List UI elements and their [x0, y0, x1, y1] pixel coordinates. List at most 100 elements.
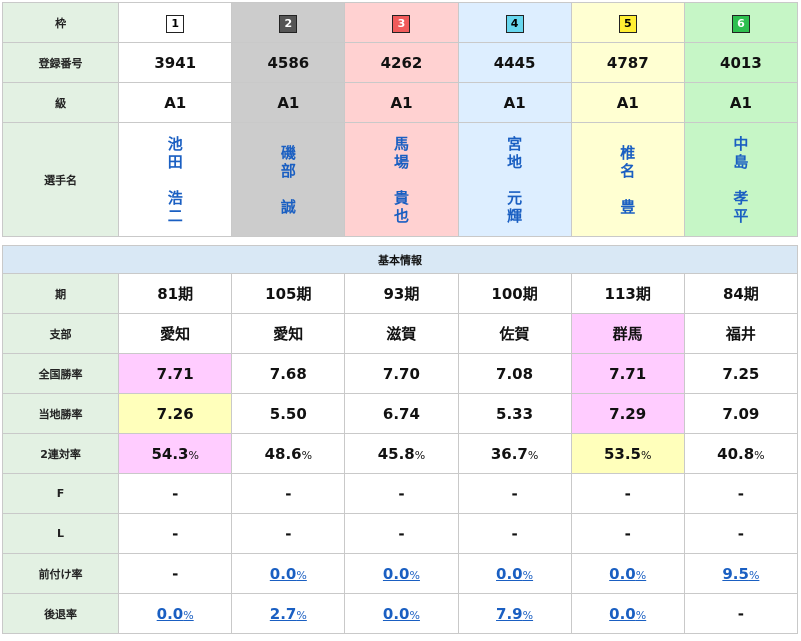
info-cell: -: [118, 473, 233, 514]
section-header: 基本情報: [2, 245, 798, 274]
rate-link[interactable]: 2.7%: [270, 605, 307, 623]
value-text: 93期: [383, 285, 420, 303]
rate-link[interactable]: 0.0%: [383, 565, 420, 583]
row-label: 当地勝率: [1, 393, 120, 434]
info-cell: -: [457, 473, 572, 514]
info-row: 前付け率 - 0.0% 0.0% 0.0% 0.0% 9.5%: [1, 553, 799, 594]
value-text: -: [511, 484, 518, 503]
racer-class: A1: [231, 82, 346, 123]
reg-label: 登録番号: [1, 42, 120, 83]
rate-link[interactable]: 0.0%: [609, 605, 646, 623]
racer-name-link[interactable]: 宮地元輝: [459, 135, 571, 225]
info-cell: 7.9%: [457, 593, 572, 634]
name-char: 場: [393, 152, 409, 171]
info-cell: 81期: [118, 273, 233, 314]
info-cell: 7.71: [570, 353, 685, 394]
info-cell: 福井: [683, 313, 799, 354]
info-cell: -: [344, 513, 459, 554]
info-cell: 0.0%: [231, 553, 346, 594]
value-text: 福井: [725, 325, 756, 343]
name-char: 地: [507, 152, 523, 171]
info-cell: -: [118, 513, 233, 554]
info-cell: 愛知: [231, 313, 346, 354]
info-cell: -: [570, 513, 685, 554]
info-cell: -: [570, 473, 685, 514]
value-text: 36.7: [490, 444, 528, 463]
row-label: 後退率: [1, 593, 120, 634]
row-label: 期: [1, 273, 120, 314]
name-char: 二: [167, 206, 183, 225]
value-text: -: [398, 484, 405, 503]
waku-cell: 5: [570, 2, 685, 43]
reg-number: 4013: [683, 42, 799, 83]
waku-cell: 1: [118, 2, 233, 43]
unit-text: %: [640, 448, 652, 462]
value-text: 7.29: [609, 404, 647, 423]
waku-cell: 6: [683, 2, 799, 43]
info-cell: 54.3%: [118, 433, 233, 474]
info-cell: -: [457, 513, 572, 554]
info-cell: 0.0%: [344, 593, 459, 634]
name-char: 島: [733, 152, 749, 171]
value-text: 6.74: [382, 404, 420, 423]
info-cell: 滋賀: [344, 313, 459, 354]
racer-name-link[interactable]: 池田浩二: [119, 135, 231, 225]
rate-link[interactable]: 0.0%: [383, 605, 420, 623]
waku-badge: 4: [505, 15, 524, 33]
name-char: 磯: [280, 143, 296, 162]
reg-number: 4262: [344, 42, 459, 83]
info-cell: 105期: [231, 273, 346, 314]
info-cell: 0.0%: [344, 553, 459, 594]
rate-link[interactable]: 9.5%: [722, 565, 759, 583]
value-text: -: [511, 524, 518, 543]
info-cell: 5.50: [231, 393, 346, 434]
racer-name-link[interactable]: 椎名豊: [572, 144, 684, 216]
info-cell: 0.0%: [570, 553, 685, 594]
value-text: 54.3: [151, 444, 189, 463]
name-char: 豊: [620, 197, 636, 216]
info-cell: -: [683, 593, 799, 634]
info-cell: 9.5%: [683, 553, 799, 594]
info-cell: 7.26: [118, 393, 233, 434]
name-char: 孝: [733, 188, 749, 207]
info-cell: 6.74: [344, 393, 459, 434]
racer-name-link[interactable]: 馬場貴也: [345, 135, 457, 225]
info-cell: 7.25: [683, 353, 799, 394]
rate-link[interactable]: 0.0%: [157, 605, 194, 623]
row-label: 支部: [1, 313, 120, 354]
rate-link[interactable]: 0.0%: [270, 565, 307, 583]
info-cell: -: [683, 513, 799, 554]
info-cell: 45.8%: [344, 433, 459, 474]
waku-cell: 4: [457, 2, 572, 43]
value-text: 100期: [491, 285, 538, 303]
waku-row: 枠 1 2 3 4 5 6: [1, 2, 799, 43]
info-row: 後退率 0.0% 2.7% 0.0% 7.9% 0.0% -: [1, 593, 799, 634]
info-cell: 0.0%: [570, 593, 685, 634]
name-char: 浩: [167, 188, 183, 207]
waku-label: 枠: [1, 2, 120, 43]
value-text: -: [737, 484, 744, 503]
rate-link[interactable]: 7.9%: [496, 605, 533, 623]
rate-link[interactable]: 0.0%: [496, 565, 533, 583]
unit-text: %: [301, 448, 313, 462]
rate-link[interactable]: 0.0%: [609, 565, 646, 583]
value-text: -: [624, 484, 631, 503]
racer-name-link[interactable]: 中島孝平: [685, 135, 797, 225]
waku-badge: 6: [731, 15, 750, 33]
value-text: -: [285, 524, 292, 543]
waku-cell: 3: [344, 2, 459, 43]
value-text: 7.70: [382, 364, 420, 383]
name-gap: [119, 171, 231, 189]
name-char: 誠: [280, 197, 296, 216]
name-gap: [459, 171, 571, 189]
class-row: 級 A1 A1 A1 A1 A1 A1: [1, 82, 799, 123]
racer-name-link[interactable]: 磯部誠: [232, 144, 344, 216]
name-label: 選手名: [1, 122, 120, 237]
info-cell: 100期: [457, 273, 572, 314]
info-row: L------: [1, 513, 799, 554]
waku-badge: 3: [392, 15, 411, 33]
racer-class: A1: [457, 82, 572, 123]
value-text: -: [172, 484, 179, 503]
row-label: 前付け率: [1, 553, 120, 594]
info-cell: -: [683, 473, 799, 514]
